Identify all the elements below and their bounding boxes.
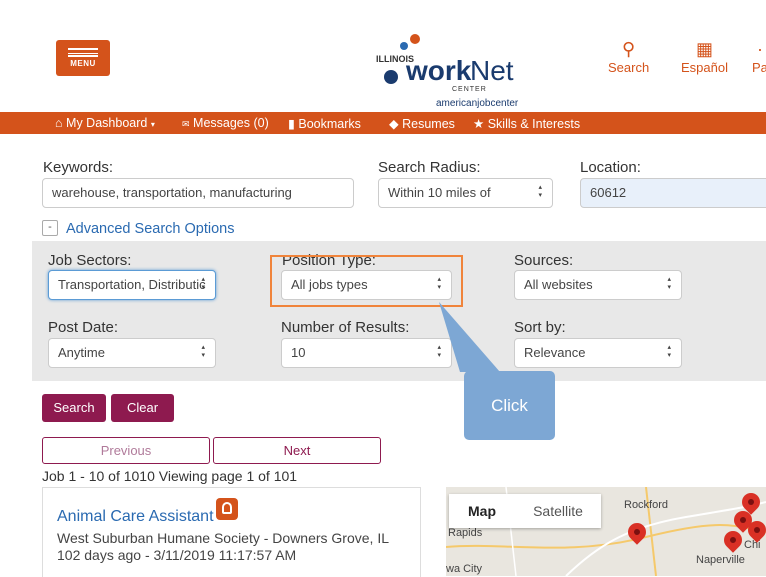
envelope-icon: ✉ xyxy=(182,119,190,129)
sort-by-label: Sort by: xyxy=(514,319,566,336)
location-label: Location: xyxy=(580,159,641,176)
menu-label: MENU xyxy=(70,59,96,68)
nav-resumes[interactable]: ◆ Resumes xyxy=(389,116,455,131)
sources-label: Sources: xyxy=(514,252,574,269)
logo-dot-blue xyxy=(400,42,408,50)
search-radius-label: Search Radius: xyxy=(378,159,481,176)
sources-select[interactable]: All websites xyxy=(514,270,682,300)
logo-american-job-center: americanjobcenter xyxy=(436,98,519,109)
nav-bookmarks[interactable]: ▮ Bookmarks xyxy=(288,116,361,131)
logo-dot-navy xyxy=(384,70,398,84)
sort-by-select[interactable]: Relevance xyxy=(514,338,682,368)
header-partial-label: Pa xyxy=(752,60,766,75)
job-sectors-label: Job Sectors: xyxy=(48,252,132,269)
logo-net: Net xyxy=(470,55,514,86)
bookmark-icon: ▮ xyxy=(288,117,295,131)
advanced-options-toggle[interactable]: - xyxy=(42,220,58,236)
keywords-input[interactable]: warehouse, transportation, manufacturing xyxy=(42,178,354,208)
search-icon: ⚲ xyxy=(622,39,636,59)
map-tab-map[interactable]: Map xyxy=(449,494,515,528)
search-button[interactable]: Search xyxy=(42,394,106,422)
header-espanol-link[interactable]: ▦ Español xyxy=(681,40,728,75)
nav-messages[interactable]: ✉ Messages (0) xyxy=(182,116,269,130)
translate-icon: ▦ xyxy=(695,39,713,59)
header-search-label: Search xyxy=(608,60,650,75)
logo-center: CENTER xyxy=(452,86,487,93)
nav-bookmarks-label: Bookmarks xyxy=(298,117,361,131)
header-espanol-label: Español xyxy=(681,60,728,75)
nav-resumes-label: Resumes xyxy=(402,117,455,131)
nav-messages-label: Messages (0) xyxy=(193,116,269,130)
nav-my-dashboard[interactable]: ⌂ My Dashboard ▾ xyxy=(55,116,155,130)
next-page-button[interactable]: Next xyxy=(213,437,381,464)
search-radius-value: Within 10 miles of xyxy=(388,185,491,200)
menu-button[interactable]: MENU xyxy=(56,40,110,76)
home-icon: ⌂ xyxy=(55,116,63,130)
job-posted-date: 102 days ago - 3/11/2019 11:17:57 AM xyxy=(57,547,297,563)
search-radius-select[interactable]: Within 10 miles of xyxy=(378,178,553,208)
job-sectors-select[interactable]: Transportation, Distributic xyxy=(48,270,216,300)
job-sectors-value: Transportation, Distributic xyxy=(58,277,206,292)
post-date-label: Post Date: xyxy=(48,319,119,336)
job-badge-icon xyxy=(216,498,238,520)
click-tooltip: Click xyxy=(464,371,555,440)
post-date-value: Anytime xyxy=(58,345,105,360)
resume-icon: ◆ xyxy=(389,117,399,131)
star-icon: ★ xyxy=(473,117,485,131)
map-label-rockford: Rockford xyxy=(624,499,669,511)
clear-button[interactable]: Clear xyxy=(111,394,174,422)
dashboard-nav-bar: ⌂ My Dashboard ▾ ✉ Messages (0) ▮ Bookma… xyxy=(0,112,766,134)
tooltip-pointer xyxy=(439,302,500,372)
keywords-label: Keywords: xyxy=(43,159,114,176)
sources-value: All websites xyxy=(524,277,593,292)
logo-dot-orange xyxy=(410,34,420,44)
advanced-search-options-link[interactable]: Advanced Search Options xyxy=(66,221,234,237)
number-of-results-value: 10 xyxy=(291,345,306,360)
header-partial-link[interactable]: · Pa xyxy=(752,40,766,75)
map-label-naperville: Naperville xyxy=(696,554,745,566)
job-result-card: Animal Care Assistant West Suburban Huma… xyxy=(42,487,421,577)
logo-work: work xyxy=(406,55,472,86)
location-input[interactable]: 60612 xyxy=(580,178,766,208)
sort-by-value: Relevance xyxy=(524,345,586,360)
map-label-rapids: Rapids xyxy=(448,527,483,539)
header-search-link[interactable]: ⚲ Search xyxy=(608,40,649,75)
previous-page-button[interactable]: Previous xyxy=(42,437,210,464)
illinois-worknet-logo[interactable]: ILLINOIS work Net CENTER americanjobcent… xyxy=(370,30,550,110)
number-of-results-label: Number of Results: xyxy=(281,319,410,336)
nav-skills-interests-label: Skills & Interests xyxy=(487,117,581,131)
caret-down-icon: ▾ xyxy=(150,120,155,129)
job-title-link[interactable]: Animal Care Assistant xyxy=(57,508,214,526)
partial-icon: · xyxy=(756,39,763,59)
map-label-iowa-city: wa City xyxy=(446,563,483,575)
number-of-results-select[interactable]: 10 xyxy=(281,338,452,368)
map-tab-satellite[interactable]: Satellite xyxy=(515,494,601,528)
hamburger-icon xyxy=(68,48,98,57)
nav-skills-interests[interactable]: ★ Skills & Interests xyxy=(473,116,580,131)
job-employer: West Suburban Humane Society - Downers G… xyxy=(57,530,390,546)
results-summary: Job 1 - 10 of 1010 Viewing page 1 of 101 xyxy=(42,468,298,484)
nav-my-dashboard-label: My Dashboard xyxy=(66,116,148,130)
map-type-tabs: Map Satellite xyxy=(449,494,601,528)
post-date-select[interactable]: Anytime xyxy=(48,338,216,368)
